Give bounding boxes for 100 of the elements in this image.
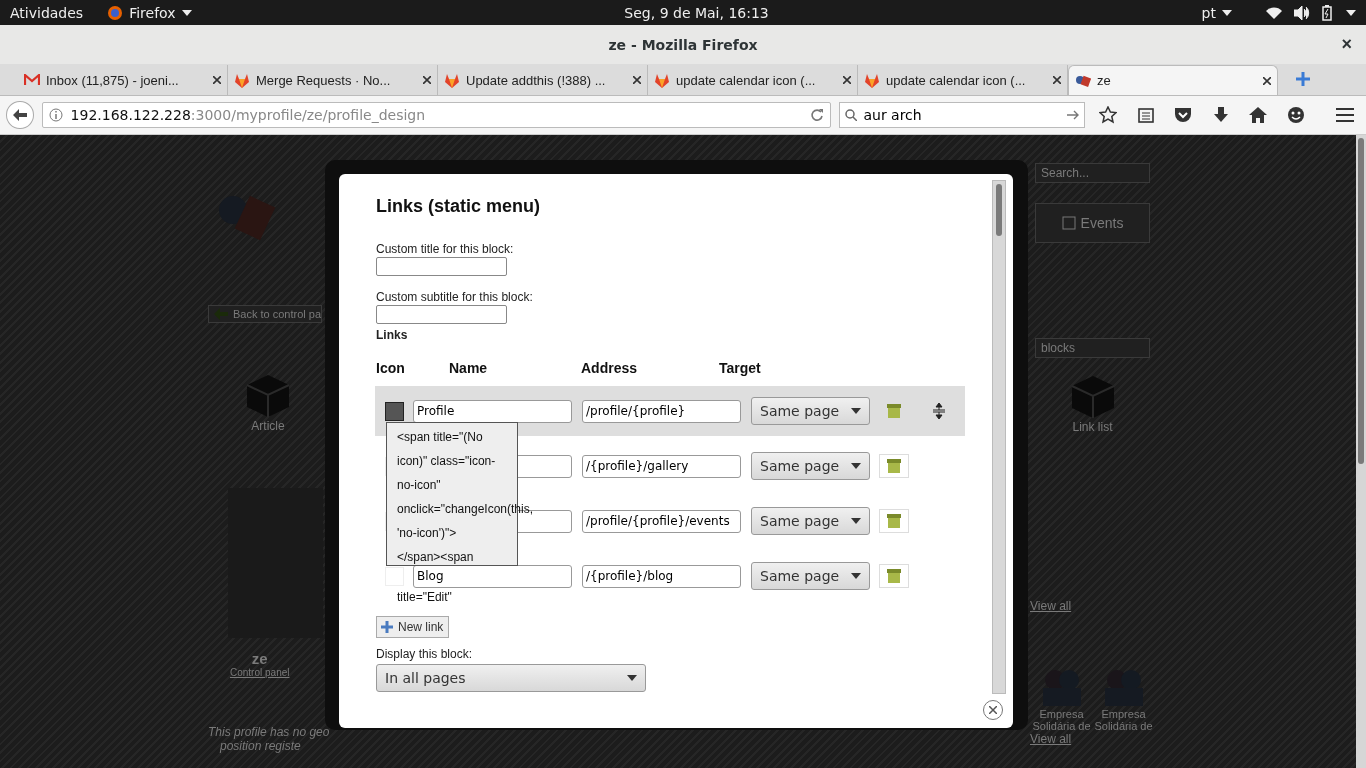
fox-head-icon [444,72,460,88]
events-button[interactable]: Events [1035,203,1150,243]
address-field[interactable]: /profile/{profile}/events [582,509,741,533]
block-label: Article [251,419,285,433]
activities-button[interactable]: Atividades [10,4,84,21]
plus-icon [381,621,393,633]
view-all-link[interactable]: View all [1030,732,1072,746]
fox-head-icon [864,72,880,88]
battery-icon [1322,4,1332,21]
display-select[interactable]: In all pages [376,664,646,692]
close-icon[interactable] [633,76,641,84]
address-field[interactable]: /{profile}/gallery [582,454,741,478]
browser-tab[interactable]: ze [1068,65,1278,95]
star-icon[interactable] [1099,106,1118,124]
arrow-icon[interactable] [1067,110,1080,120]
tooltip-text: title="Edit" [397,590,452,604]
download-icon[interactable] [1213,107,1228,123]
app-menu[interactable]: Firefox [129,4,176,21]
close-icon[interactable] [1263,76,1271,85]
close-button[interactable] [983,700,1003,720]
section-label: Links [376,328,408,342]
smiley-icon[interactable] [1287,107,1304,123]
volume-icon [1294,5,1310,20]
pocket-icon[interactable] [1174,107,1193,123]
search-icon [845,109,858,121]
back-button[interactable] [6,101,34,129]
community-name: Empresa Solidária de [1093,708,1154,732]
title-field[interactable] [376,257,507,276]
block-label: Link list [1072,420,1113,434]
control-panel-link[interactable]: Control panel [230,667,290,678]
target-select[interactable]: Same page [751,562,870,590]
blocks-field[interactable]: blocks [1035,338,1150,358]
scrollbar[interactable] [992,180,1006,694]
trash-icon [886,458,902,474]
tooltip-text: 'no-icon')"> [397,526,457,540]
mail-icon [24,74,40,86]
home-icon[interactable] [1249,107,1268,123]
view-all-link[interactable]: View all [1030,599,1072,613]
tooltip-text: </span><span [397,550,474,564]
name-field[interactable]: Blog [413,564,572,588]
search-field[interactable]: aur arch [839,102,1086,128]
scrollbar[interactable] [1356,135,1366,768]
language-menu[interactable]: pt [1201,4,1216,21]
caret-icon [1222,9,1232,16]
search-field[interactable]: Search... [1035,163,1150,183]
geo-note: position registe [220,739,301,753]
caret-icon [851,518,861,524]
browser-tab[interactable]: Update addthis (!388) ... [438,65,648,95]
target-select[interactable]: Same page [751,452,870,480]
field-label: Custom subtitle for this block: [376,290,533,304]
address-field[interactable]: /profile/{profile} [582,399,741,423]
tooltip-text: icon)" class="icon- [397,454,496,468]
geo-note: This profile has no geo [208,725,330,739]
info-icon [48,108,63,122]
column-header: Icon [376,360,406,376]
name-field[interactable]: Profile [413,399,572,423]
delete-button[interactable] [879,564,909,588]
caret-icon [851,573,861,579]
address-field[interactable]: /{profile}/blog [582,564,741,588]
trash-icon [886,513,902,529]
reload-icon[interactable] [810,108,825,122]
field-label: Custom title for this block: [376,242,514,256]
column-header: Address [581,360,639,376]
cube-icon [245,373,291,419]
close-icon [989,706,997,714]
profile-name: ze [251,650,268,667]
trash-icon [886,568,902,584]
browser-tab[interactable]: Merge Requests · No... [228,65,438,95]
back-button[interactable]: Back to control pa [208,305,323,323]
delete-button[interactable] [879,454,909,478]
clock[interactable]: Seg, 9 de Mai, 16:13 [624,4,769,21]
menu-icon[interactable] [1336,108,1355,122]
browser-tab[interactable]: update calendar icon (... [648,65,858,95]
caret-icon [181,9,192,16]
target-select[interactable]: Same page [751,397,870,425]
new-tab-icon[interactable] [1296,72,1310,86]
close-icon[interactable] [423,76,431,84]
tooltip-text: no-icon" [397,478,441,492]
trash-icon [886,403,902,419]
caret-icon [851,408,861,414]
browser-icon [107,4,124,21]
close-icon[interactable] [213,76,221,84]
delete-button[interactable] [879,509,909,533]
caret-icon [851,463,861,469]
close-button[interactable]: × [1341,35,1352,53]
drag-handle-icon[interactable] [933,403,945,419]
new-link-button[interactable]: New link [376,616,449,638]
caret-icon [627,675,637,681]
column-header: Target [719,360,762,376]
icon-picker[interactable] [385,401,404,421]
address-bar[interactable]: 192.168.122.228:3000/myprofile/ze/profile_design [41,102,832,128]
close-icon[interactable] [843,76,851,84]
clipboard-icon[interactable] [1137,107,1154,123]
column-header: Name [449,360,489,376]
browser-tab[interactable]: Inbox (11,875) - joeni... [18,65,228,95]
target-select[interactable]: Same page [751,507,870,535]
close-icon[interactable] [1053,76,1061,84]
field-label: Display this block: [376,647,473,661]
tooltip-text: <span title="(No [397,430,483,444]
subtitle-field[interactable] [376,305,507,324]
